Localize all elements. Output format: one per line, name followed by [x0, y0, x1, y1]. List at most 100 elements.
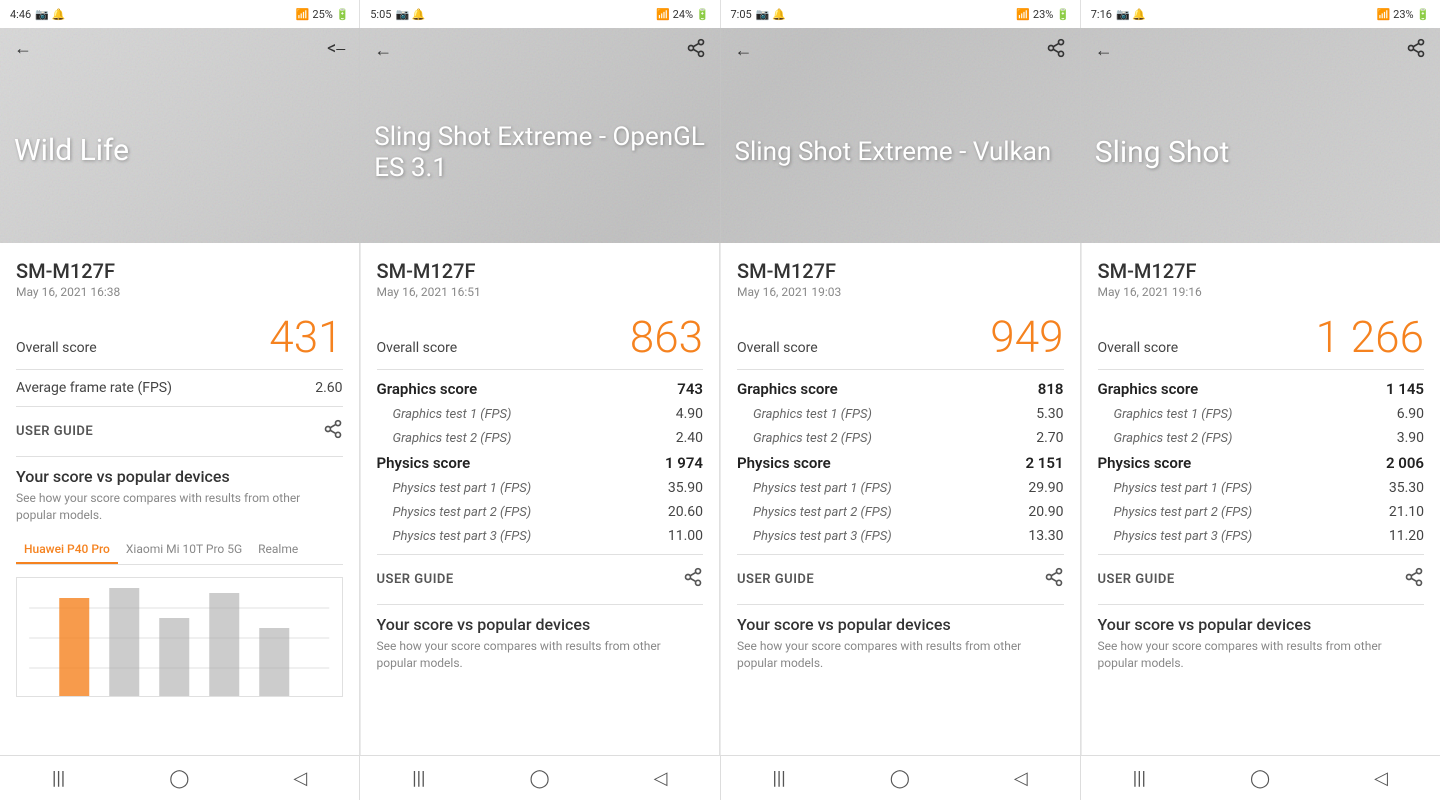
back-icon-3[interactable]: ← [735, 40, 753, 61]
header-panel-3: ← Sling Shot Extreme - Vulkan [721, 28, 1081, 243]
ptest3-value-4: 11.20 [1389, 528, 1424, 544]
divider-3b [737, 554, 1064, 555]
menu-icon-2[interactable]: ||| [412, 768, 425, 789]
battery-1: 25% 🔋 [312, 8, 349, 21]
back-nav-icon-1[interactable]: ◁ [293, 768, 307, 789]
menu-icon-1[interactable]: ||| [52, 768, 65, 789]
ptest3-row-4: Physics test part 3 (FPS) 11.20 [1114, 528, 1425, 544]
ptest3-row-3: Physics test part 3 (FPS) 13.30 [753, 528, 1064, 544]
graphics-label-4: Graphics score [1098, 380, 1199, 398]
bottom-navs: ||| ◯ ◁ ||| ◯ ◁ ||| ◯ ◁ ||| ◯ ◁ [0, 755, 1440, 800]
home-icon-2[interactable]: ◯ [529, 768, 549, 789]
gtest1-value-4: 6.90 [1397, 406, 1424, 422]
header-panel-1: ← <⎯ Wild Life [0, 28, 360, 243]
back-icon-1[interactable]: ← [14, 38, 32, 59]
header-panel-2: ← Sling Shot Extreme - OpenGL ES 3.1 [360, 28, 720, 243]
panel-vulkan: SM-M127F May 16, 2021 19:03 Overall scor… [721, 243, 1081, 755]
gtest1-row-4: Graphics test 1 (FPS) 6.90 [1114, 406, 1425, 422]
graphics-value-2: 743 [677, 380, 703, 398]
graphics-label-3: Graphics score [737, 380, 838, 398]
wifi-icon-4: 📶 [1376, 8, 1390, 21]
ptest1-value-4: 35.30 [1389, 480, 1424, 496]
avg-fps-row-1: Average frame rate (FPS) 2.60 [16, 380, 343, 396]
user-guide-row-1: USER GUIDE [16, 419, 343, 444]
menu-icon-4[interactable]: ||| [1133, 768, 1146, 789]
physics-label-4: Physics score [1098, 454, 1192, 472]
overall-score-row-1: Overall score 431 [16, 315, 343, 359]
device-name-4: SM-M127F [1098, 259, 1425, 283]
status-time-3: 7:05 📷 🔔 [731, 8, 786, 21]
vs-title-4: Your score vs popular devices [1098, 615, 1425, 634]
user-guide-row-2: USER GUIDE [377, 567, 704, 592]
status-icons-1: 📷 🔔 [35, 8, 65, 21]
vs-desc-3: See how your score compares with results… [737, 638, 1064, 672]
tab-realme-1[interactable]: Realme [250, 536, 306, 564]
gtest2-value-4: 3.90 [1397, 430, 1424, 446]
share-header-icon-3[interactable] [1046, 38, 1066, 63]
back-nav-icon-2[interactable]: ◁ [654, 768, 668, 789]
user-guide-label-3[interactable]: USER GUIDE [737, 572, 814, 587]
vs-title-2: Your score vs popular devices [377, 615, 704, 634]
header-nav-2: ← [374, 38, 705, 63]
back-icon-4[interactable]: ← [1095, 40, 1113, 61]
header-title-4: Sling Shot [1095, 115, 1426, 191]
status-icons-2: 📷 🔔 [395, 8, 425, 21]
divider-4b [1098, 554, 1425, 555]
gtest2-row-4: Graphics test 2 (FPS) 3.90 [1114, 430, 1425, 446]
share-icon-2[interactable] [683, 567, 703, 592]
ptest3-label-3: Physics test part 3 (FPS) [753, 529, 892, 544]
home-icon-4[interactable]: ◯ [1250, 768, 1270, 789]
share-icon-4[interactable] [1404, 567, 1424, 592]
ptest1-label-3: Physics test part 1 (FPS) [753, 481, 892, 496]
ptest1-value-3: 29.90 [1028, 480, 1063, 496]
status-icons-3: 📷 🔔 [756, 8, 786, 21]
graphics-row-2: Graphics score 743 [377, 380, 704, 398]
share-header-icon-4[interactable] [1406, 38, 1426, 63]
header-nav-3: ← [735, 38, 1066, 63]
gtest2-label-2: Graphics test 2 (FPS) [393, 431, 512, 446]
status-time-4: 7:16 📷 🔔 [1091, 8, 1146, 21]
gtest1-label-4: Graphics test 1 (FPS) [1114, 407, 1233, 422]
status-bar-2: 5:05 📷 🔔 📶 24% 🔋 [360, 0, 720, 28]
battery-2: 24% 🔋 [673, 8, 710, 21]
user-guide-row-4: USER GUIDE [1098, 567, 1425, 592]
gtest1-row-2: Graphics test 1 (FPS) 4.90 [393, 406, 704, 422]
ptest2-label-2: Physics test part 2 (FPS) [393, 505, 532, 520]
share-header-icon-2[interactable] [686, 38, 706, 63]
bottom-nav-4: ||| ◯ ◁ [1081, 756, 1440, 800]
home-icon-3[interactable]: ◯ [890, 768, 910, 789]
graphics-value-4: 1 145 [1386, 380, 1424, 398]
back-nav-icon-4[interactable]: ◁ [1374, 768, 1388, 789]
graphics-indent-4: Graphics test 1 (FPS) 6.90 Graphics test… [1098, 406, 1425, 446]
divider-2a [377, 369, 704, 370]
ptest3-label-4: Physics test part 3 (FPS) [1114, 529, 1253, 544]
vs-desc-2: See how your score compares with results… [377, 638, 704, 672]
avg-fps-label-1: Average frame rate (FPS) [16, 380, 172, 396]
overall-value-4: 1 266 [1316, 315, 1424, 359]
overall-label-2: Overall score [377, 340, 458, 356]
ptest2-value-2: 20.60 [668, 504, 703, 520]
physics-indent-2: Physics test part 1 (FPS) 35.90 Physics … [377, 480, 704, 544]
ptest1-row-4: Physics test part 1 (FPS) 35.30 [1114, 480, 1425, 496]
tab-xiaomi-1[interactable]: Xiaomi Mi 10T Pro 5G [118, 536, 250, 564]
status-right-1: 📶 25% 🔋 [296, 8, 350, 21]
user-guide-label-1[interactable]: USER GUIDE [16, 424, 93, 439]
back-nav-icon-3[interactable]: ◁ [1014, 768, 1028, 789]
ptest3-label-2: Physics test part 3 (FPS) [393, 529, 532, 544]
share-icon-1[interactable] [323, 419, 343, 444]
vs-title-1: Your score vs popular devices [16, 467, 343, 486]
status-time-2: 5:05 📷 🔔 [370, 8, 425, 21]
share-header-icon-1[interactable]: <⎯ [327, 38, 345, 59]
user-guide-label-2[interactable]: USER GUIDE [377, 572, 454, 587]
home-icon-1[interactable]: ◯ [169, 768, 189, 789]
physics-row-2: Physics score 1 974 [377, 454, 704, 472]
status-time-1: 4:46 📷 🔔 [10, 8, 65, 21]
menu-icon-3[interactable]: ||| [773, 768, 786, 789]
user-guide-label-4[interactable]: USER GUIDE [1098, 572, 1175, 587]
physics-value-3: 2 151 [1025, 454, 1063, 472]
back-icon-2[interactable]: ← [374, 40, 392, 61]
graphics-value-3: 818 [1038, 380, 1064, 398]
tab-huawei-1[interactable]: Huawei P40 Pro [16, 536, 118, 564]
share-icon-3[interactable] [1044, 567, 1064, 592]
ptest1-value-2: 35.90 [668, 480, 703, 496]
